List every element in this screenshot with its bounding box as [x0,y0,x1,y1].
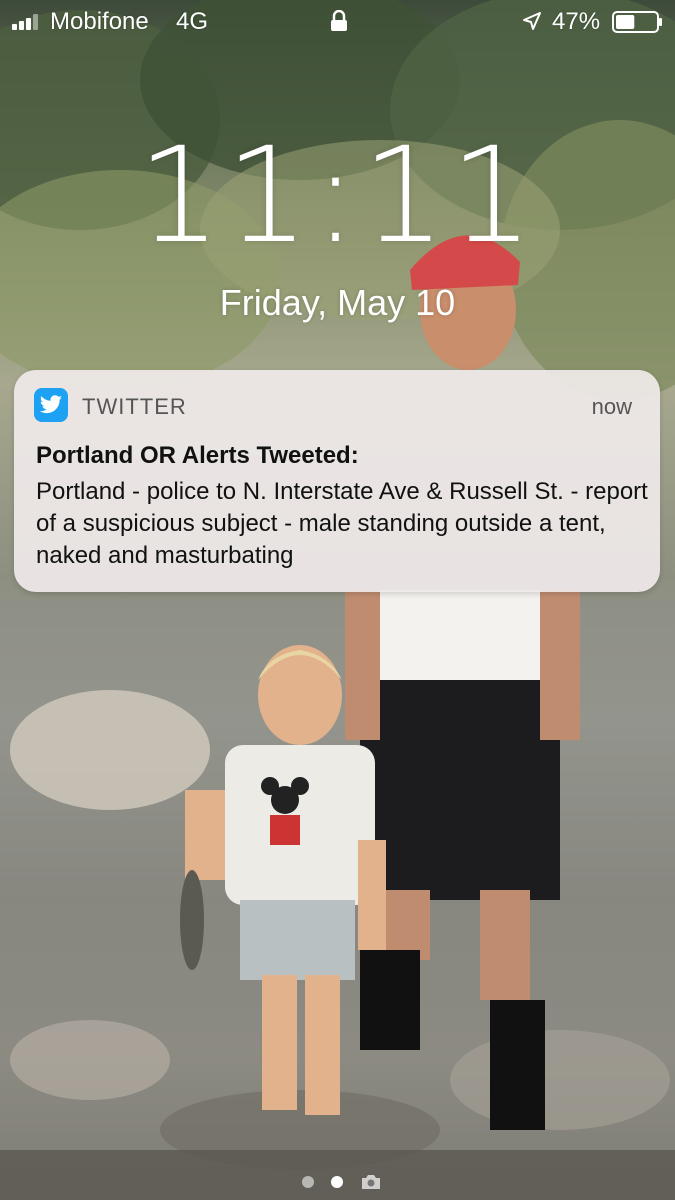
network-type: 4G [176,8,209,35]
carrier-name: Mobifone [50,8,149,35]
page-indicator [0,1168,675,1192]
camera-icon[interactable] [360,1173,382,1191]
cellular-signal-icon [12,14,42,30]
location-arrow-icon [523,12,541,30]
lock-screen-date: Friday, May 10 [219,282,456,323]
page-dot-2-active [331,1176,343,1188]
notification-title: Portland OR Alerts Tweeted: [36,442,359,469]
lock-icon [331,10,347,31]
page-dot-1 [302,1176,314,1188]
battery-percentage: 47% [552,8,601,35]
status-bar: Mobifone 4G 47% [0,0,675,44]
lock-screen-time: 11:11 [137,119,538,273]
notification-time: now [591,394,632,419]
battery-icon [612,11,662,33]
notification-app-name: TWITTER [82,394,187,419]
notification-body: Portland - police to N. Interstate Ave &… [36,478,648,569]
twitter-bird-icon [34,388,68,422]
twitter-notification[interactable]: TWITTER now Portland OR Alerts Tweeted: … [14,370,660,592]
